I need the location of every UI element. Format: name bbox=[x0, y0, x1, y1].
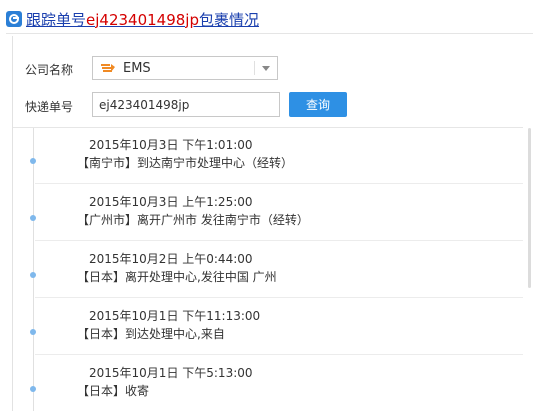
event-divider bbox=[35, 183, 523, 184]
timeline-dot-icon bbox=[30, 215, 36, 221]
title-suffix: 包裹情况 bbox=[199, 10, 260, 29]
event-description: 【日本】离开处理中心,发往中国 广州 bbox=[77, 270, 277, 284]
chevron-down-icon[interactable] bbox=[262, 66, 270, 71]
tracking-label: 快递单号 bbox=[25, 100, 74, 114]
results-scrollbar[interactable] bbox=[528, 128, 531, 288]
event-time: 2015年10月2日 上午0:44:00 bbox=[89, 252, 253, 266]
page-title-link[interactable]: 跟踪单号ej423401498jp包裹情况 bbox=[26, 9, 259, 30]
timeline-dot-icon bbox=[30, 329, 36, 335]
timeline-dot-icon bbox=[30, 272, 36, 278]
event-description: 【日本】到达处理中心,来自 bbox=[77, 327, 225, 341]
tracking-event: 2015年10月3日 下午1:01:00 【南宁市】到达南宁市处理中心（经转） bbox=[13, 128, 523, 184]
event-time: 2015年10月1日 下午5:13:00 bbox=[89, 366, 253, 380]
event-description: 【南宁市】到达南宁市处理中心（经转） bbox=[77, 156, 294, 170]
page-header: 跟踪单号ej423401498jp包裹情况 bbox=[6, 8, 259, 30]
tracking-event: 2015年10月2日 上午0:44:00 【日本】离开处理中心,发往中国 广州 bbox=[13, 242, 523, 298]
query-button[interactable]: 查询 bbox=[289, 92, 347, 117]
event-divider bbox=[35, 240, 523, 241]
timeline-dot-icon bbox=[30, 158, 36, 164]
event-time: 2015年10月1日 下午11:13:00 bbox=[89, 309, 261, 323]
ems-truck-icon bbox=[101, 64, 115, 72]
tracking-event: 2015年10月1日 下午11:13:00 【日本】到达处理中心,来自 bbox=[13, 299, 523, 355]
title-tracking-number: ej423401498jp bbox=[86, 10, 199, 29]
timeline-dot-icon bbox=[30, 386, 36, 392]
dropdown-separator bbox=[254, 61, 255, 75]
tracking-number-input[interactable] bbox=[92, 92, 280, 117]
app-logo-icon bbox=[6, 11, 22, 27]
tracking-event: 2015年10月3日 上午1:25:00 【广州市】离开广州市 发往南宁市（经转… bbox=[13, 185, 523, 241]
company-selected-value: EMS bbox=[123, 61, 151, 76]
event-description: 【日本】收寄 bbox=[77, 384, 150, 398]
event-time: 2015年10月3日 下午1:01:00 bbox=[89, 138, 253, 152]
event-divider bbox=[35, 354, 523, 355]
title-prefix: 跟踪单号 bbox=[26, 10, 87, 29]
header-divider bbox=[6, 33, 533, 34]
event-description: 【广州市】离开广州市 发往南宁市（经转） bbox=[77, 213, 309, 227]
company-select[interactable]: EMS bbox=[92, 56, 278, 80]
tracking-results: 2015年10月3日 下午1:01:00 【南宁市】到达南宁市处理中心（经转） … bbox=[13, 127, 531, 412]
event-divider bbox=[35, 297, 523, 298]
tracking-panel: 公司名称 EMS 快递单号 查询 2015年10月3日 下午1:01:00 【南… bbox=[12, 36, 533, 411]
event-time: 2015年10月3日 上午1:25:00 bbox=[89, 195, 253, 209]
company-label: 公司名称 bbox=[25, 63, 74, 77]
tracking-event: 2015年10月1日 下午5:13:00 【日本】收寄 bbox=[13, 356, 523, 412]
